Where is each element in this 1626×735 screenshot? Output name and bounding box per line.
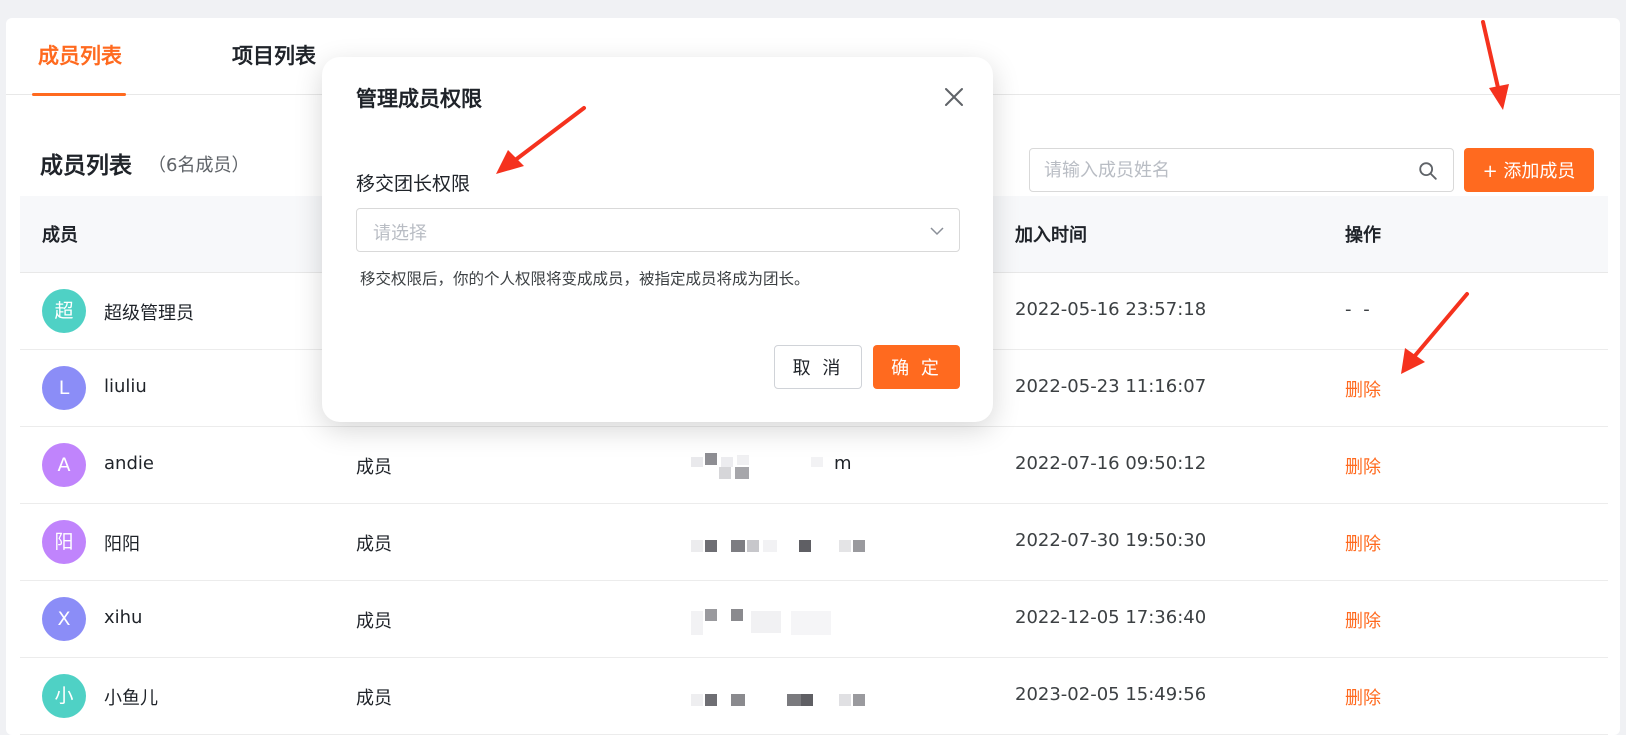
table-row: 阳阳阳 成员 2022-07-30 19:50:30 删除 bbox=[20, 504, 1608, 581]
close-icon[interactable] bbox=[942, 85, 966, 109]
table-row: 小小鱼儿 成员 2023-02-05 15:49:56 删除 bbox=[20, 658, 1608, 735]
tab-project-list[interactable]: 项目列表 bbox=[232, 40, 316, 95]
avatar: 小 bbox=[42, 674, 86, 718]
chevron-down-icon bbox=[930, 227, 944, 236]
modal-title: 管理成员权限 bbox=[356, 87, 482, 111]
email-tail: m bbox=[834, 453, 852, 474]
join-time: 2022-12-05 17:36:40 bbox=[1015, 607, 1207, 628]
member-count: （6名成员） bbox=[148, 155, 250, 176]
member-role: 成员 bbox=[356, 457, 392, 478]
join-time: 2022-05-16 23:57:18 bbox=[1015, 299, 1207, 320]
search-input[interactable] bbox=[1044, 149, 1404, 191]
no-operation: - - bbox=[1345, 299, 1373, 320]
search-icon[interactable] bbox=[1417, 160, 1439, 182]
redacted-email bbox=[691, 526, 881, 560]
join-time: 2022-07-30 19:50:30 bbox=[1015, 530, 1207, 551]
transfer-hint: 移交权限后，你的个人权限将变成成员，被指定成员将成为团长。 bbox=[360, 270, 810, 288]
avatar: X bbox=[42, 597, 86, 641]
cancel-button[interactable]: 取 消 bbox=[774, 345, 862, 389]
search-box bbox=[1029, 148, 1454, 192]
delete-button[interactable]: 删除 bbox=[1345, 684, 1381, 710]
avatar: A bbox=[42, 443, 86, 487]
redacted-email bbox=[691, 680, 881, 714]
member-role: 成员 bbox=[356, 688, 392, 709]
member-name: 小鱼儿 bbox=[104, 688, 158, 709]
delete-button[interactable]: 删除 bbox=[1345, 453, 1381, 479]
header-join-time: 加入时间 bbox=[1015, 225, 1087, 246]
member-name: xihu bbox=[104, 607, 143, 628]
join-time: 2022-05-23 11:16:07 bbox=[1015, 376, 1207, 397]
section-title: 成员列表 bbox=[40, 153, 132, 179]
delete-button[interactable]: 删除 bbox=[1345, 376, 1381, 402]
member-name: 阳阳 bbox=[104, 534, 140, 555]
add-member-button[interactable]: + 添加成员 bbox=[1464, 148, 1594, 192]
avatar: 阳 bbox=[42, 520, 86, 564]
select-placeholder: 请选择 bbox=[373, 223, 427, 244]
member-role: 成员 bbox=[356, 534, 392, 555]
delete-button[interactable]: 删除 bbox=[1345, 607, 1381, 633]
tab-member-list[interactable]: 成员列表 bbox=[32, 40, 126, 96]
manage-permission-modal: 管理成员权限 移交团长权限 请选择 移交权限后，你的个人权限将变成成员，被指定成… bbox=[322, 57, 993, 422]
table-row: Aandie 成员 m 2022-07-16 09:50:12 删除 bbox=[20, 427, 1608, 504]
table-row: Xxihu 成员 2022-12-05 17:36:40 删除 bbox=[20, 581, 1608, 658]
delete-button[interactable]: 删除 bbox=[1345, 530, 1381, 556]
redacted-email bbox=[691, 603, 881, 637]
redacted-email bbox=[691, 449, 881, 483]
header-member: 成员 bbox=[42, 225, 78, 246]
transfer-leader-label: 移交团长权限 bbox=[356, 173, 471, 195]
avatar: L bbox=[42, 366, 86, 410]
join-time: 2023-02-05 15:49:56 bbox=[1015, 684, 1207, 705]
join-time: 2022-07-16 09:50:12 bbox=[1015, 453, 1207, 474]
member-name: liuliu bbox=[104, 376, 147, 397]
avatar: 超 bbox=[42, 289, 86, 333]
member-name: 超级管理员 bbox=[104, 303, 194, 324]
transfer-leader-select[interactable]: 请选择 bbox=[356, 208, 960, 252]
member-name: andie bbox=[104, 453, 154, 474]
member-role: 成员 bbox=[356, 611, 392, 632]
confirm-button[interactable]: 确 定 bbox=[873, 345, 960, 389]
header-operation: 操作 bbox=[1345, 225, 1381, 246]
